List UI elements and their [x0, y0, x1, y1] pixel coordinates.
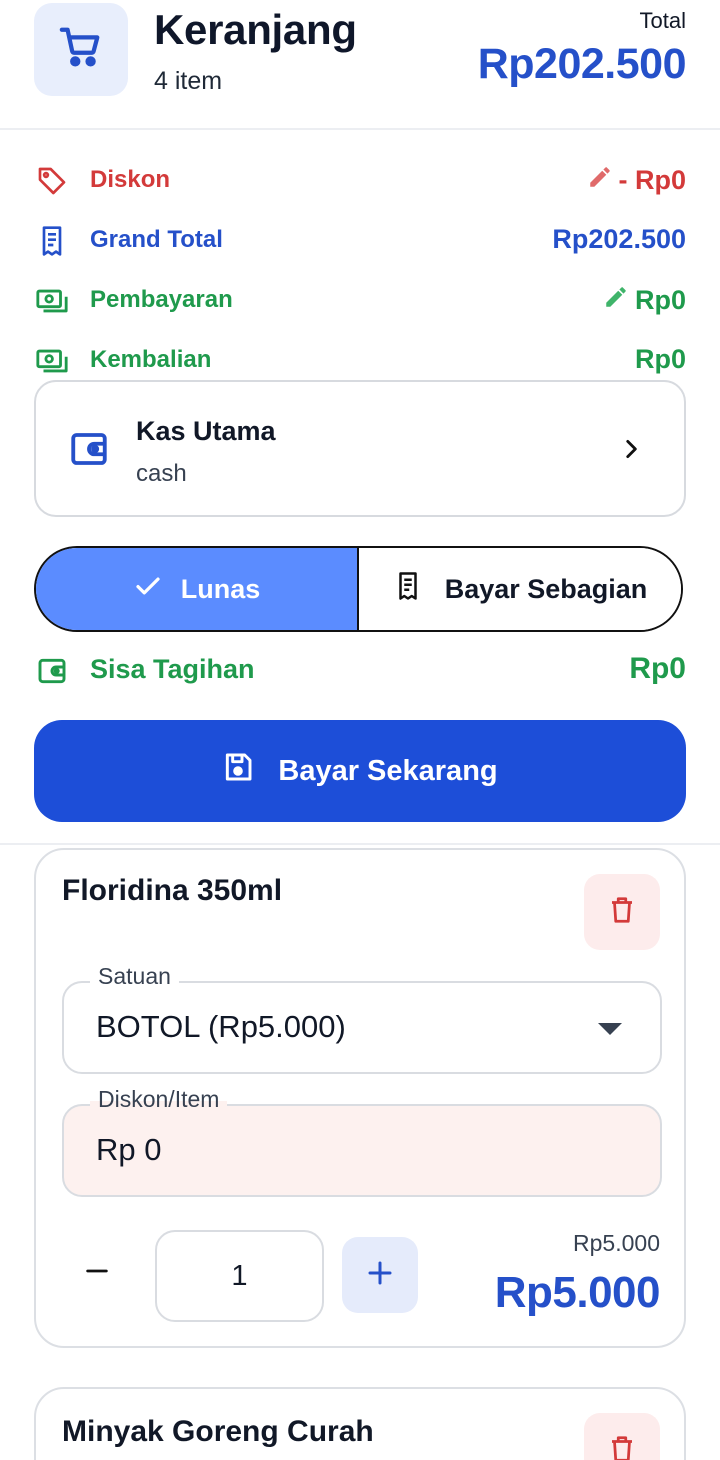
delete-item-button[interactable]: [584, 1413, 660, 1460]
grand-total-row: Grand Total Rp202.500: [34, 220, 686, 260]
option-lunas[interactable]: Lunas: [36, 548, 359, 630]
receipt-icon: [34, 223, 70, 259]
divider: [0, 843, 720, 845]
wallet-icon: [34, 653, 70, 689]
remaining-value: Rp0: [629, 652, 686, 685]
pencil-icon[interactable]: [587, 164, 613, 197]
dropdown-caret-icon: [598, 1023, 622, 1035]
trash-icon: [607, 1432, 637, 1460]
increase-quantity-button[interactable]: [342, 1237, 418, 1313]
item-discount-field[interactable]: Diskon/Item Rp 0: [62, 1086, 662, 1197]
unit-price: Rp5.000: [573, 1230, 660, 1256]
shopping-cart-icon: [58, 24, 104, 75]
save-icon: [222, 751, 254, 791]
check-icon: [133, 571, 163, 608]
total-value: Rp202.500: [477, 40, 687, 88]
payment-label: Pembayaran: [90, 286, 233, 313]
payment-amount: Rp0: [634, 285, 686, 315]
chevron-right-icon: [618, 434, 644, 469]
payment-value[interactable]: Rp0: [603, 284, 686, 317]
cart-item-card: Floridina 350ml Satuan BOTOL (Rp5.000) D…: [34, 848, 686, 1348]
plus-icon: [365, 1258, 395, 1293]
delete-item-button[interactable]: [584, 874, 660, 950]
cash-account-type: cash: [136, 460, 187, 487]
grand-total-value: Rp202.500: [552, 224, 686, 254]
option-bayar-sebagian[interactable]: Bayar Sebagian: [359, 548, 681, 630]
payment-mode-toggle: Lunas Bayar Sebagian: [34, 546, 683, 632]
change-value: Rp0: [634, 344, 686, 374]
cart-header: Keranjang 4 item Total Rp202.500: [0, 0, 720, 130]
option-lunas-label: Lunas: [180, 573, 261, 604]
cart-icon-box: [34, 3, 128, 96]
change-row: Kembalian Rp0: [34, 340, 686, 380]
unit-value: BOTOL (Rp5.000): [96, 1009, 346, 1044]
receipt-icon: [393, 571, 423, 608]
pay-now-label: Bayar Sekarang: [278, 754, 498, 787]
page-title: Keranjang: [154, 6, 357, 53]
item-name: Floridina 350ml: [62, 874, 283, 907]
item-discount-value: Rp 0: [96, 1132, 162, 1167]
option-bayar-sebagian-label: Bayar Sebagian: [444, 573, 648, 604]
discount-label: Diskon: [90, 166, 171, 193]
discount-row[interactable]: Diskon - Rp0: [34, 160, 686, 200]
discount-amount: - Rp0: [618, 165, 687, 195]
unit-label: Satuan: [90, 963, 179, 990]
cash-account-name: Kas Utama: [136, 416, 276, 446]
item-discount-label: Diskon/Item: [90, 1086, 228, 1113]
wallet-icon: [68, 428, 110, 475]
item-count: 4 item: [154, 67, 223, 95]
minus-icon: [83, 1257, 111, 1290]
cash-account-selector[interactable]: Kas Utama cash: [34, 380, 686, 517]
quantity-input[interactable]: 1: [155, 1230, 324, 1322]
pencil-icon[interactable]: [603, 284, 629, 317]
cart-item-card: Minyak Goreng Curah: [34, 1387, 686, 1460]
unit-select[interactable]: Satuan BOTOL (Rp5.000): [62, 963, 662, 1074]
cash-icon: [34, 343, 70, 379]
line-total: Rp5.000: [494, 1268, 661, 1317]
remaining-label: Sisa Tagihan: [90, 654, 255, 684]
total-label: Total: [639, 8, 686, 33]
tag-icon: [34, 163, 70, 199]
remaining-row: Sisa Tagihan Rp0: [34, 650, 686, 690]
change-label: Kembalian: [90, 346, 212, 373]
item-name: Minyak Goreng Curah: [62, 1415, 374, 1448]
discount-value[interactable]: - Rp0: [587, 164, 687, 197]
payment-row[interactable]: Pembayaran Rp0: [34, 280, 686, 320]
cash-icon: [34, 283, 70, 319]
decrease-quantity-button[interactable]: [82, 1258, 112, 1288]
trash-icon: [607, 893, 637, 932]
pay-now-button[interactable]: Bayar Sekarang: [34, 720, 686, 822]
grand-total-label: Grand Total: [90, 226, 223, 253]
